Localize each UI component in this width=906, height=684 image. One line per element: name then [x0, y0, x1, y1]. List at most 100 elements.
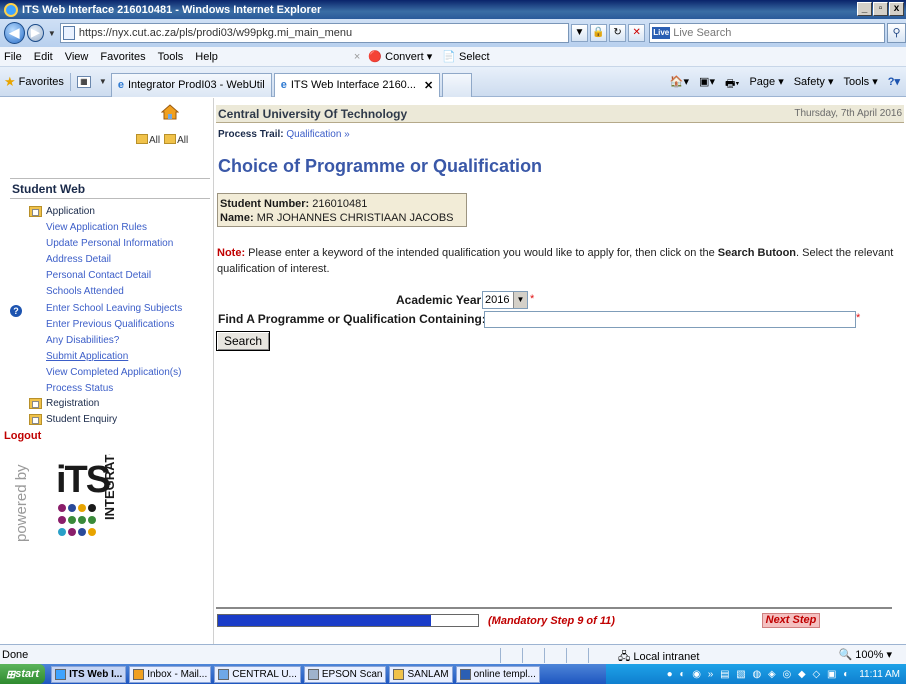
restore-button[interactable]: ▫	[873, 2, 888, 16]
taskbar-item-inbox[interactable]: Inbox - Mail...	[129, 665, 212, 683]
search-placeholder: Live Search	[673, 27, 732, 39]
clock: 11:11 AM	[859, 668, 900, 680]
link-address-detail[interactable]: Address Detail	[46, 254, 111, 265]
link-process-status[interactable]: Process Status	[46, 383, 113, 394]
mandatory-step-text: (Mandatory Step 9 of 11)	[488, 615, 615, 627]
step-progress-fill	[218, 615, 431, 626]
feeds-cmd-icon[interactable]: ▣▾	[699, 75, 715, 94]
taskbar-item-sanlam[interactable]: SANLAM	[389, 665, 453, 683]
convert-label: Convert	[385, 51, 424, 63]
link-schools-attended[interactable]: Schools Attended	[46, 286, 124, 297]
close-toolbar-icon[interactable]: ×	[354, 51, 360, 63]
expand-all-button[interactable]: All	[136, 134, 160, 146]
favorites-tab-bar: ★ Favorites ▦ ▼ e Integrator ProdI03 - W…	[0, 67, 906, 97]
help-icon[interactable]: ?	[10, 305, 22, 317]
menu-view[interactable]: View	[65, 51, 89, 63]
ie-tab-icon: e	[280, 79, 287, 91]
status-text: Done	[2, 648, 29, 661]
academic-year-select[interactable]: 2016 ▼	[482, 291, 528, 309]
lock-icon[interactable]: 🔒	[590, 24, 608, 42]
address-dropdown-button[interactable]: ▼	[570, 24, 588, 42]
sidebar-item-registration[interactable]: Registration	[29, 398, 99, 409]
menu-edit[interactable]: Edit	[34, 51, 53, 63]
taskbar-label: Inbox - Mail...	[147, 668, 208, 680]
collapse-all-button[interactable]: All	[164, 134, 188, 146]
search-input[interactable]: Live Live Search	[649, 23, 886, 43]
menu-tools[interactable]: Tools	[158, 51, 184, 63]
page-menu-label: Page	[749, 76, 776, 88]
academic-year-label: Academic Year:	[396, 293, 486, 307]
menu-help[interactable]: Help	[195, 51, 218, 63]
convert-button[interactable]: 🔴 Convert ▾	[368, 50, 432, 63]
print-cmd-icon[interactable]: 🖶▾	[725, 75, 739, 94]
history-dropdown-icon[interactable]: ▼	[48, 29, 56, 38]
system-tray: ● ◐ ◉ » ▤ ▧ ◍ ◈ ◎ ◆ ◇ ▣ ◐ 11:11 AM	[606, 664, 906, 684]
safety-menu[interactable]: Safety ▾	[794, 75, 834, 94]
folder-taskbar-icon	[393, 668, 405, 680]
menu-favorites[interactable]: Favorites	[100, 51, 145, 63]
close-tab-icon[interactable]: ✕	[424, 79, 433, 92]
window-title-bar[interactable]: ITS Web Interface 216010481 - Windows In…	[0, 0, 906, 19]
folder-expand-icon	[136, 134, 148, 144]
taskbar-item-epson-scan[interactable]: EPSON Scan	[303, 665, 387, 683]
forward-button[interactable]: ▶	[26, 24, 44, 42]
refresh-button[interactable]: ↻	[609, 24, 627, 42]
address-bar[interactable]: https://nyx.cut.ac.za/pls/prodi03/w99pkg…	[59, 23, 569, 43]
sidebar-item-application[interactable]: Application	[29, 206, 95, 217]
link-any-disabilities[interactable]: Any Disabilities?	[46, 335, 119, 346]
link-enter-school-leaving-subjects[interactable]: Enter School Leaving Subjects	[46, 303, 182, 314]
next-step-button[interactable]: Next Step	[762, 613, 820, 628]
start-label: start	[15, 668, 40, 680]
menu-file[interactable]: File	[4, 51, 22, 63]
select-button[interactable]: 📄 Select	[442, 50, 489, 63]
search-button[interactable]: Search	[216, 331, 270, 351]
taskbar-item-online-templ[interactable]: online templ...	[455, 665, 540, 683]
stop-button[interactable]: ✕	[628, 24, 646, 42]
search-go-button[interactable]: ⚲	[887, 23, 906, 43]
link-submit-application[interactable]: Submit Application	[46, 351, 128, 362]
find-qualification-input[interactable]	[484, 311, 856, 328]
process-trail: Process Trail: Qualification »	[218, 129, 350, 140]
taskbar: ⊞ start ITS Web I... Inbox - Mail... CEN…	[0, 664, 906, 684]
taskbar-item-its-web[interactable]: ITS Web I...	[51, 665, 127, 683]
collapse-all-label: All	[177, 135, 189, 146]
tools-menu[interactable]: Tools ▾	[843, 75, 877, 94]
new-tab-button[interactable]	[442, 72, 473, 97]
logout-link[interactable]: Logout	[4, 430, 41, 442]
process-trail-label: Process Trail:	[218, 129, 284, 140]
student-name-value: MR JOHANNES CHRISTIAAN JACOBS	[256, 212, 454, 224]
start-button[interactable]: ⊞ start	[0, 664, 46, 684]
safety-menu-label: Safety	[793, 76, 825, 88]
link-view-application-rules[interactable]: View Application Rules	[46, 222, 147, 233]
minimize-button[interactable]: _	[857, 2, 872, 16]
link-update-personal-information[interactable]: Update Personal Information	[46, 238, 173, 249]
tab-webutil[interactable]: e Integrator ProdI03 - WebUtil	[110, 72, 272, 97]
taskbar-label: CENTRAL U...	[232, 668, 297, 680]
home-cmd-icon[interactable]: 🏠▾	[670, 75, 689, 94]
menu-bar: File Edit View Favorites Tools Help × 🔴 …	[0, 47, 906, 67]
favorites-star-icon[interactable]: ★	[4, 74, 16, 90]
tab-list-dropdown-icon[interactable]: ▼	[99, 77, 107, 86]
link-view-completed-applications[interactable]: View Completed Application(s)	[46, 367, 181, 378]
favorites-button[interactable]: Favorites	[19, 76, 64, 88]
quick-tabs-icon[interactable]: ▦	[76, 75, 91, 88]
note-text-1: Please enter a keyword of the intended q…	[245, 247, 718, 259]
link-enter-previous-qualifications[interactable]: Enter Previous Qualifications	[46, 319, 174, 330]
home-icon[interactable]	[161, 104, 179, 120]
link-personal-contact-detail[interactable]: Personal Contact Detail	[46, 270, 151, 281]
student-enquiry-label: Student Enquiry	[46, 414, 118, 425]
tab-its-web[interactable]: e ITS Web Interface 2160... ✕	[273, 72, 441, 97]
taskbar-item-central-u[interactable]: CENTRAL U...	[214, 665, 301, 683]
help-cmd-icon[interactable]: ?▾	[888, 75, 900, 94]
chevron-down-icon[interactable]: ▼	[513, 292, 527, 308]
word-taskbar-icon	[459, 668, 471, 680]
close-window-button[interactable]: x	[889, 2, 904, 16]
back-button[interactable]: ◀	[4, 22, 25, 44]
trail-link-qualification[interactable]: Qualification »	[286, 129, 349, 140]
zoom-control[interactable]: 🔍 100% ▾	[839, 648, 892, 661]
required-asterisk: *	[530, 293, 535, 305]
tray-icons[interactable]: ● ◐ ◉ » ▤ ▧ ◍ ◈ ◎ ◆ ◇ ▣ ◐	[667, 669, 852, 680]
expand-collapse-row: All All	[136, 134, 188, 146]
page-menu[interactable]: Page ▾	[749, 75, 783, 94]
sidebar-item-student-enquiry[interactable]: Student Enquiry	[29, 414, 117, 425]
